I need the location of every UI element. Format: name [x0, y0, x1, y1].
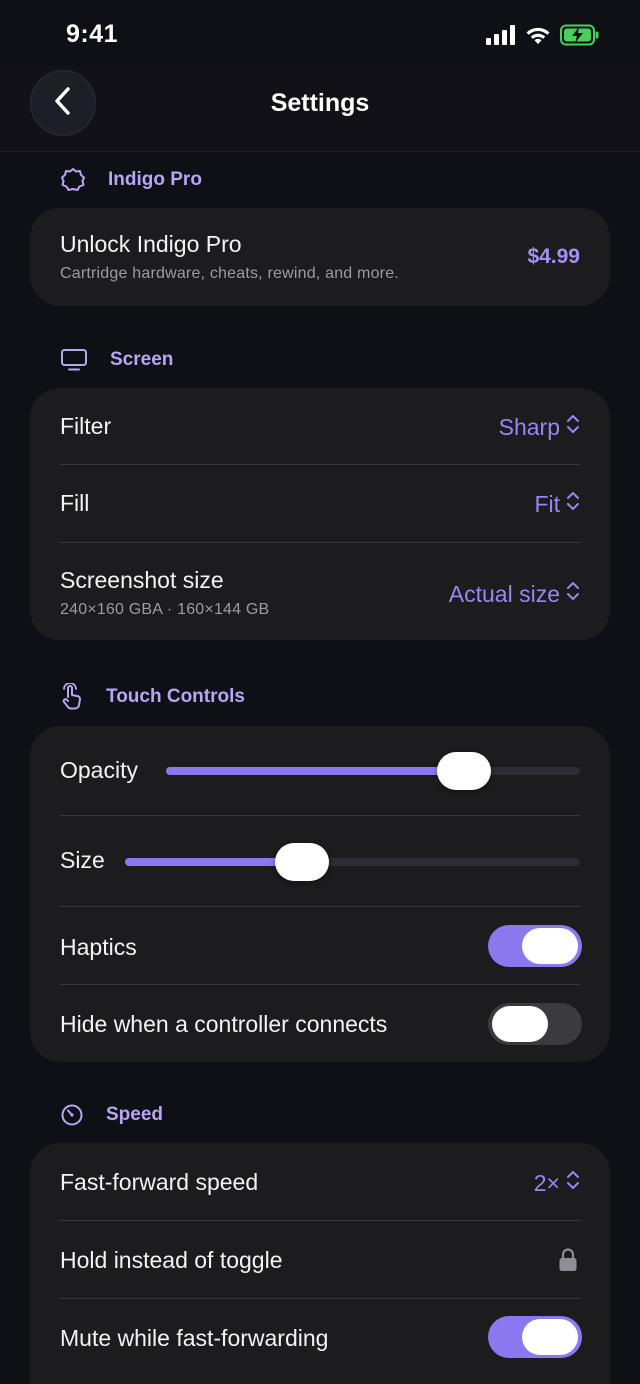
size-slider[interactable] — [125, 843, 580, 881]
status-time: 9:41 — [66, 20, 119, 48]
chevron-up-down-icon — [566, 413, 580, 441]
opacity-row: Opacity — [60, 726, 580, 815]
fast-forward-speed-row[interactable]: Fast-forward speed 2× — [60, 1143, 580, 1220]
unlock-pro-title: Unlock Indigo Pro — [60, 231, 242, 257]
section-header-label: Speed — [106, 1104, 164, 1125]
monitor-icon — [60, 348, 88, 372]
filter-row[interactable]: Filter Sharp — [60, 388, 580, 464]
status-bar: 9:41 — [0, 0, 640, 70]
slider-thumb[interactable] — [437, 752, 492, 790]
filter-select[interactable]: Sharp — [499, 413, 580, 441]
mute-ff-toggle[interactable] — [488, 1316, 582, 1358]
section-header-screen: Screen — [60, 348, 173, 372]
screenshot-size-subtitle: 240×160 GBA · 160×144 GB — [60, 601, 270, 618]
hide-controller-label: Hide when a controller connects — [60, 1011, 388, 1037]
hide-controller-row: Hide when a controller connects — [60, 985, 582, 1062]
toggle-knob — [522, 1319, 578, 1355]
hide-controller-toggle[interactable] — [488, 1003, 582, 1045]
size-row: Size — [60, 816, 580, 906]
haptics-row: Haptics — [60, 907, 582, 984]
fast-forward-speed-value: 2× — [533, 1169, 560, 1196]
screenshot-size-row[interactable]: Screenshot size 240×160 GBA · 160×144 GB… — [60, 543, 580, 640]
hold-instead-label: Hold instead of toggle — [60, 1247, 283, 1273]
section-header-speed: Speed — [60, 1103, 163, 1127]
section-header-label: Touch Controls — [106, 686, 245, 707]
unlock-pro-subtitle: Cartridge hardware, cheats, rewind, and … — [60, 265, 399, 282]
hold-instead-row: Hold instead of toggle — [60, 1221, 580, 1298]
wifi-icon — [525, 25, 551, 50]
chevron-up-down-icon — [566, 580, 580, 608]
cellular-signal-icon — [486, 25, 516, 50]
fast-forward-speed-select[interactable]: 2× — [534, 1169, 580, 1197]
screen-card: Filter Sharp Fill Fit Screenshot size 24… — [30, 388, 610, 640]
section-header-label: Indigo Pro — [108, 169, 202, 190]
section-header-label: Screen — [110, 349, 174, 370]
fill-label: Fill — [60, 490, 90, 516]
hand-pointer-icon — [60, 683, 84, 711]
mute-ff-label: Mute while fast-forwarding — [60, 1325, 329, 1351]
fill-value: Fit — [534, 490, 560, 517]
unlock-pro-row[interactable]: Unlock Indigo Pro Cartridge hardware, ch… — [60, 208, 580, 306]
seal-badge-icon — [60, 167, 86, 193]
status-icons — [486, 24, 600, 51]
slider-thumb[interactable] — [275, 843, 330, 881]
haptics-label: Haptics — [60, 934, 137, 960]
speed-card: Fast-forward speed 2× Hold instead of to… — [30, 1143, 610, 1384]
lock-icon — [558, 1247, 578, 1278]
screenshot-size-label: Screenshot size — [60, 567, 224, 593]
slider-fill — [166, 767, 465, 775]
page-title: Settings — [270, 89, 370, 117]
toggle-knob — [522, 928, 578, 964]
battery-charging-icon — [560, 24, 600, 51]
section-header-touch: Touch Controls — [60, 683, 245, 711]
opacity-slider[interactable] — [166, 752, 580, 790]
pro-price-button[interactable]: $4.99 — [527, 245, 580, 269]
fast-forward-speed-label: Fast-forward speed — [60, 1169, 259, 1195]
screenshot-size-select[interactable]: Actual size — [449, 580, 580, 608]
touch-controls-card: Opacity Size Haptics Hide when a control… — [30, 726, 610, 1062]
fill-select[interactable]: Fit — [534, 490, 580, 518]
unlock-pro-card[interactable]: Unlock Indigo Pro Cartridge hardware, ch… — [30, 208, 610, 306]
size-label: Size — [60, 847, 105, 873]
fill-row[interactable]: Fill Fit — [60, 465, 580, 542]
opacity-label: Opacity — [60, 757, 138, 783]
nav-bar: Settings — [0, 66, 640, 152]
section-header-pro: Indigo Pro — [60, 167, 202, 193]
screenshot-size-value: Actual size — [448, 580, 560, 607]
chevron-up-down-icon — [566, 1169, 580, 1197]
mute-ff-row: Mute while fast-forwarding — [60, 1299, 582, 1376]
filter-label: Filter — [60, 413, 112, 439]
haptics-toggle[interactable] — [488, 925, 582, 967]
toggle-knob — [492, 1006, 548, 1042]
filter-value: Sharp — [498, 413, 560, 440]
speedometer-icon — [60, 1103, 84, 1127]
chevron-up-down-icon — [566, 490, 580, 518]
